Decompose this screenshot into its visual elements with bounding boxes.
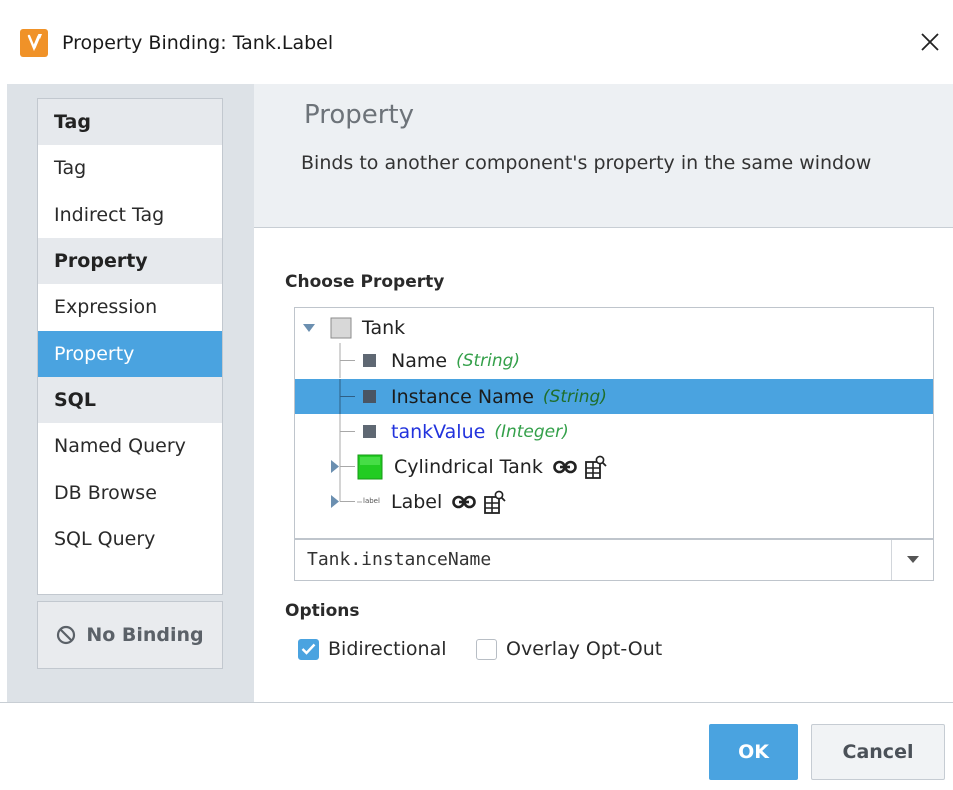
tree-node-label: Tank (362, 316, 406, 339)
property-path-value[interactable]: Tank.instanceName (307, 549, 491, 570)
prohibited-icon (57, 625, 76, 645)
property-icon (363, 425, 376, 438)
property-path-field[interactable]: Tank.instanceName (294, 539, 934, 581)
label-component-icon: label (357, 489, 381, 515)
cylindrical-tank-icon (357, 454, 383, 479)
ignition-designer-icon (20, 29, 48, 57)
choose-property-heading: Choose Property (285, 272, 445, 292)
property-icon (363, 390, 376, 403)
checkmark-icon (301, 643, 316, 655)
link-icon (553, 460, 577, 473)
expand-arrow-icon[interactable] (302, 322, 316, 334)
group-header-tag: Tag (38, 99, 222, 145)
chevron-down-icon (906, 556, 919, 563)
binding-type-expression[interactable]: Expression (38, 284, 222, 331)
tree-node-name[interactable]: Name (String) (295, 343, 933, 378)
binding-type-db-browse[interactable]: DB Browse (38, 470, 222, 517)
bidirectional-label: Bidirectional (328, 638, 447, 660)
property-tree[interactable]: Tank Name (String) Instance Name (String… (294, 307, 934, 539)
binding-config-area: Choose Property Tank Name (String) Insta… (254, 228, 953, 702)
overlay-opt-out-label: Overlay Opt-Out (506, 638, 663, 660)
tree-node-label-component[interactable]: label Label (295, 484, 933, 519)
checkbox-unchecked[interactable] (476, 638, 497, 660)
bidirectional-checkbox[interactable]: Bidirectional (298, 638, 447, 660)
close-button[interactable] (910, 22, 950, 62)
tree-node-label: Name (391, 349, 448, 372)
tree-node-tank[interactable]: Tank (295, 310, 933, 345)
options-heading: Options (285, 601, 360, 621)
panel-title: Property (304, 100, 415, 130)
property-path-dropdown-button[interactable] (891, 540, 933, 580)
tree-node-label: Label (391, 490, 443, 513)
expand-arrow-icon[interactable] (295, 449, 357, 484)
binding-type-property[interactable]: Property (38, 330, 222, 377)
binding-type-indirect-tag[interactable]: Indirect Tag (38, 192, 222, 239)
binding-type-named-query[interactable]: Named Query (38, 423, 222, 470)
tree-node-cylindrical-tank[interactable]: Cylindrical Tank (295, 449, 933, 484)
tree-connector-line (339, 343, 355, 378)
container-icon (330, 317, 352, 338)
group-header-property: Property (38, 238, 222, 284)
binding-header: Property Binds to another component's pr… (254, 84, 953, 228)
tree-connector-line (339, 379, 355, 414)
tree-node-instance-name[interactable]: Instance Name (String) (295, 379, 933, 414)
ok-button[interactable]: OK (709, 724, 798, 780)
panel-description: Binds to another component's property in… (301, 152, 872, 174)
binding-type-list: Tag Tag Indirect Tag Property Expression… (37, 98, 223, 595)
dialog-footer: OK Cancel (0, 702, 953, 790)
expand-arrow-icon[interactable] (295, 484, 357, 519)
no-binding-button[interactable]: No Binding (37, 601, 223, 669)
component-search-icon (484, 490, 506, 514)
component-search-icon (584, 455, 607, 479)
title-bar: Property Binding: Tank.Label (0, 0, 953, 84)
close-icon (921, 33, 939, 51)
label-glyph: label (363, 496, 380, 505)
tree-connector-line (339, 414, 355, 449)
tree-node-tank-value[interactable]: tankValue (Integer) (295, 414, 933, 449)
window-title: Property Binding: Tank.Label (62, 32, 334, 54)
group-header-sql: SQL (38, 377, 222, 423)
tree-node-label: Cylindrical Tank (394, 455, 543, 478)
binding-type-tag[interactable]: Tag (38, 145, 222, 192)
binding-type-pane: Tag Tag Indirect Tag Property Expression… (7, 84, 254, 702)
cancel-button[interactable]: Cancel (811, 724, 945, 780)
type-hint: (String) (542, 386, 607, 407)
type-hint: (String) (456, 350, 521, 371)
link-icon (452, 495, 477, 508)
no-binding-label: No Binding (86, 624, 204, 646)
tree-node-label: Instance Name (391, 385, 534, 408)
checkbox-checked[interactable] (298, 638, 319, 660)
overlay-opt-out-checkbox[interactable]: Overlay Opt-Out (476, 638, 662, 660)
type-hint: (Integer) (494, 421, 569, 442)
tree-node-label: tankValue (391, 420, 486, 443)
binding-type-sql-query[interactable]: SQL Query (38, 516, 222, 563)
property-icon (363, 354, 376, 367)
